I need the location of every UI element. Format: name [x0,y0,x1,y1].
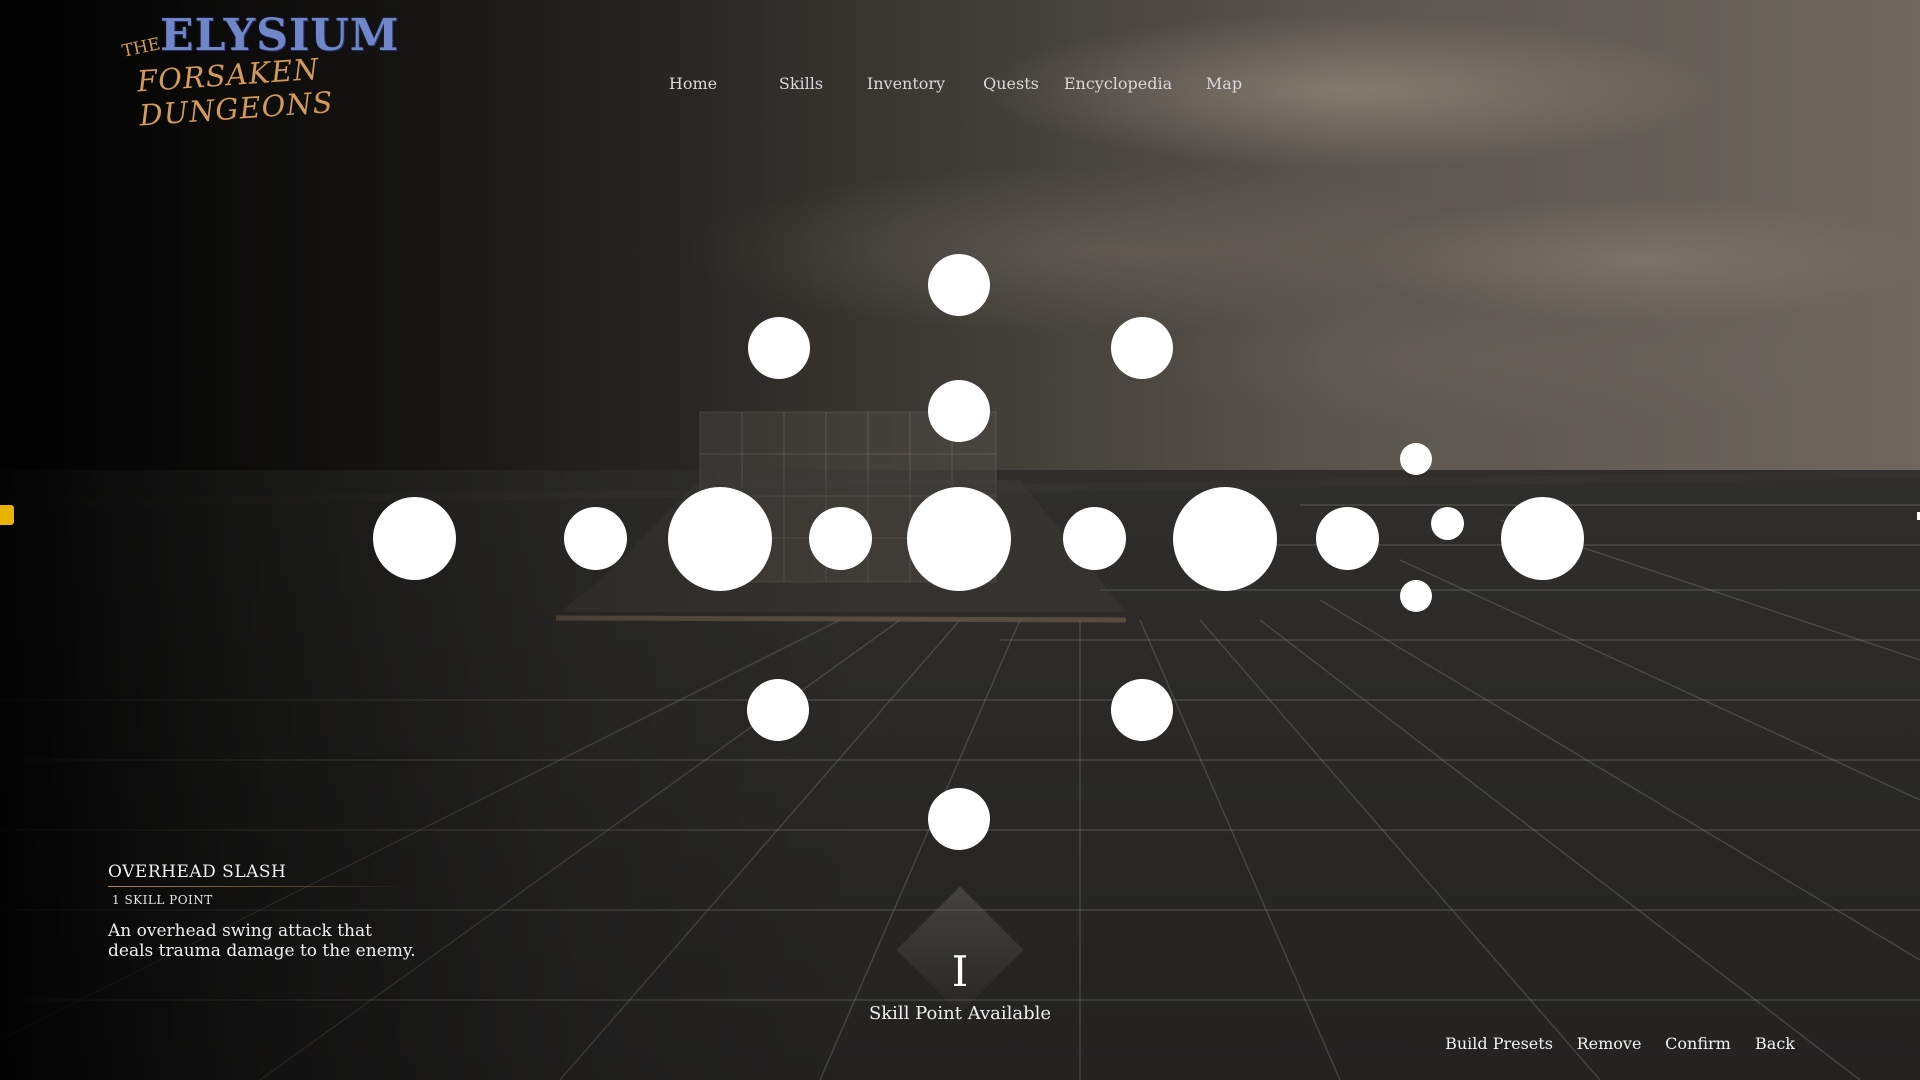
nav-home[interactable]: Home [669,74,717,93]
skill-node[interactable] [928,254,990,316]
skill-node[interactable] [1111,679,1173,741]
nav-map[interactable]: Map [1206,74,1242,93]
skill-node[interactable] [907,487,1011,591]
skill-cost: 1 SKILL POINT [112,893,213,907]
skill-node[interactable] [1316,507,1379,570]
top-navigation: Home Skills Inventory Quests Encyclopedi… [0,0,1920,110]
skill-node[interactable] [1501,497,1584,580]
skill-node[interactable] [1111,317,1173,379]
skill-node[interactable] [928,788,990,850]
nav-encyclopedia[interactable]: Encyclopedia [1064,74,1172,93]
skill-node[interactable] [928,380,990,442]
skill-point-count: I [951,947,969,996]
build-presets-button[interactable]: Build Presets [1445,1034,1553,1053]
nav-inventory[interactable]: Inventory [867,74,945,93]
skill-node[interactable] [1400,580,1432,612]
skill-name: OVERHEAD SLASH [108,862,287,882]
back-button[interactable]: Back [1755,1034,1795,1053]
skill-point-label: Skill Point Available [868,1003,1052,1024]
skill-node[interactable] [748,317,810,379]
remove-button[interactable]: Remove [1577,1034,1642,1053]
nav-skills[interactable]: Skills [779,74,823,93]
skill-node[interactable] [668,487,772,591]
skill-description: An overhead swing attack that deals trau… [108,921,416,961]
skill-node[interactable] [373,497,456,580]
skill-node[interactable] [564,507,627,570]
skill-node[interactable] [1431,507,1464,540]
skill-point-indicator: I Skill Point Available [860,886,1060,1035]
skill-info-panel: OVERHEAD SLASH 1 SKILL POINT An overhead… [108,862,438,961]
skill-node[interactable] [809,507,872,570]
action-bar: Build Presets Remove Confirm Back [0,1030,1920,1060]
confirm-button[interactable]: Confirm [1665,1034,1731,1053]
skill-title-divider [108,886,408,887]
skill-node[interactable] [1400,443,1432,475]
skill-node[interactable] [747,679,809,741]
skill-node[interactable] [1063,507,1126,570]
skill-node[interactable] [1173,487,1277,591]
left-edge-marker [0,505,14,525]
nav-quests[interactable]: Quests [983,74,1039,93]
